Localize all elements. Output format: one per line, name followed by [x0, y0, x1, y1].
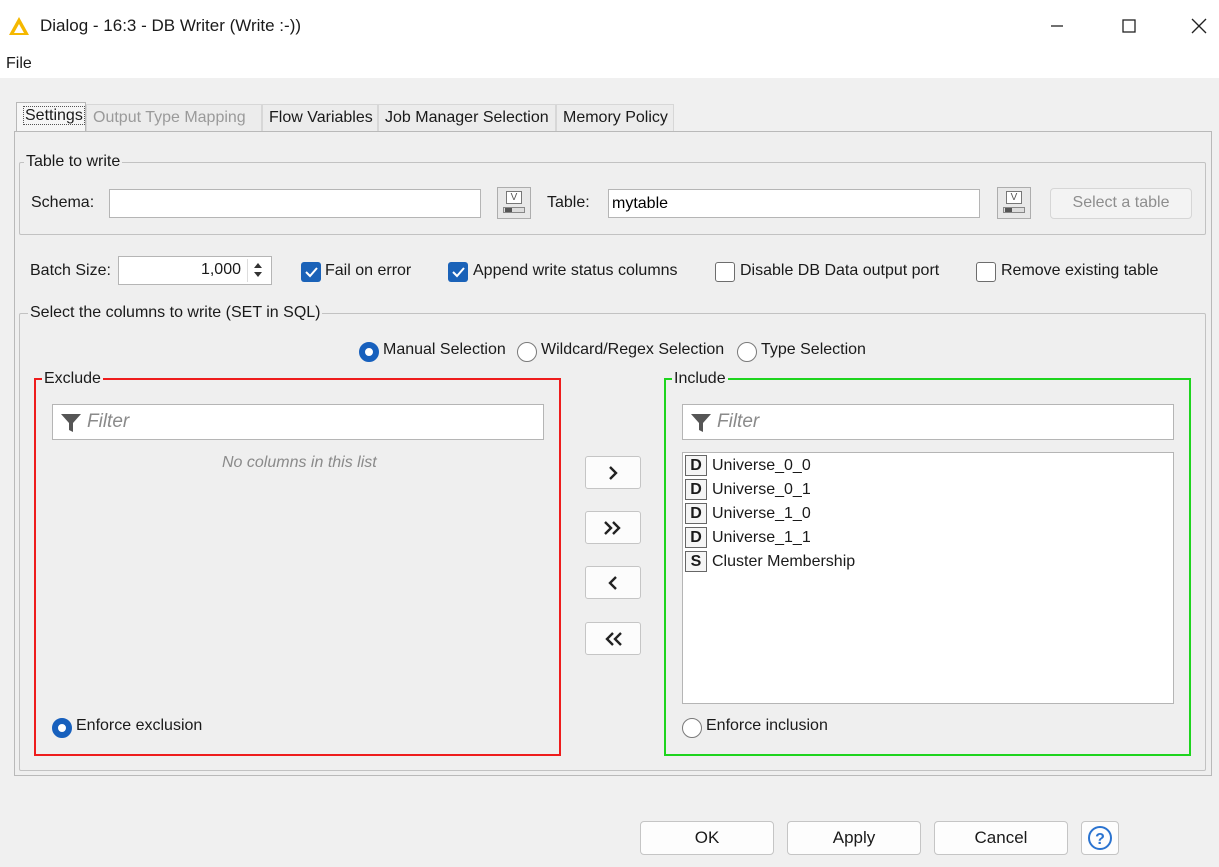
cancel-button[interactable]: Cancel — [934, 821, 1068, 855]
menu-file[interactable]: File — [6, 55, 32, 73]
table-to-write-legend: Table to write — [26, 153, 121, 170]
chevron-left-icon — [608, 576, 617, 590]
remove-table-label: Remove existing table — [1001, 262, 1159, 279]
help-icon: ? — [1088, 826, 1112, 850]
list-item[interactable]: D Universe_0_0 — [685, 454, 811, 477]
spinner-arrows[interactable] — [247, 259, 269, 282]
warning-triangle-icon — [9, 17, 29, 35]
wildcard-selection-label: Wildcard/Regex Selection — [541, 341, 725, 358]
ok-button[interactable]: OK — [640, 821, 774, 855]
column-name: Universe_1_1 — [712, 528, 811, 546]
spinner-up-down-icon — [254, 263, 262, 277]
double-chevron-right-icon — [604, 521, 621, 535]
tab-flow-variables[interactable]: Flow Variables — [262, 104, 378, 132]
title-bar: Dialog - 16:3 - DB Writer (Write :-)) — [0, 0, 1219, 52]
flow-variable-icon: V — [506, 191, 522, 204]
minimize-button[interactable] — [1034, 10, 1080, 42]
type-selection-radio[interactable] — [737, 342, 757, 362]
tab-settings-label: Settings — [23, 106, 85, 125]
table-flow-variable-button[interactable]: V — [997, 187, 1031, 219]
list-item[interactable]: D Universe_1_1 — [685, 526, 811, 549]
close-button[interactable] — [1176, 10, 1219, 42]
include-column-list[interactable]: D Universe_0_0 D Universe_0_1 D Universe… — [682, 452, 1174, 704]
batch-size-label: Batch Size: — [30, 262, 111, 279]
svg-text:?: ? — [1095, 831, 1105, 848]
remove-all-button[interactable] — [585, 622, 641, 655]
type-selection-label: Type Selection — [761, 341, 866, 358]
wildcard-selection-radio[interactable] — [517, 342, 537, 362]
enforce-exclusion-label: Enforce exclusion — [76, 717, 203, 734]
tab-memory-policy[interactable]: Memory Policy — [556, 104, 674, 132]
include-filter-placeholder: Filter — [717, 411, 760, 432]
tab-settings[interactable]: Settings — [16, 102, 86, 132]
schema-input[interactable] — [109, 189, 481, 218]
double-chevron-left-icon — [605, 632, 622, 646]
select-table-button[interactable]: Select a table — [1050, 188, 1192, 219]
flow-variable-icon: V — [1006, 191, 1022, 204]
list-item[interactable]: S Cluster Membership — [685, 550, 855, 573]
enforce-inclusion-label: Enforce inclusion — [706, 717, 828, 734]
append-status-label: Append write status columns — [473, 262, 678, 279]
enforce-inclusion-radio[interactable] — [682, 718, 702, 738]
exclude-empty-text: No columns in this list — [222, 454, 377, 471]
chevron-right-icon — [609, 466, 618, 480]
include-filter-input[interactable]: Filter — [682, 404, 1174, 440]
disable-output-checkbox[interactable] — [715, 262, 735, 282]
schema-label: Schema: — [31, 194, 95, 211]
double-type-icon: D — [685, 527, 707, 548]
flow-variable-toggle-icon — [1003, 207, 1025, 213]
fail-on-error-label: Fail on error — [325, 262, 412, 279]
add-selected-button[interactable] — [585, 456, 641, 489]
help-button[interactable]: ? — [1081, 821, 1119, 855]
fail-on-error-checkbox[interactable] — [301, 262, 321, 282]
manual-selection-label: Manual Selection — [383, 341, 506, 358]
column-name: Universe_0_0 — [712, 456, 811, 474]
column-name: Universe_1_0 — [712, 504, 811, 522]
remove-selected-button[interactable] — [585, 566, 641, 599]
string-type-icon: S — [685, 551, 707, 572]
enforce-exclusion-radio[interactable] — [52, 718, 72, 738]
flow-variable-toggle-icon — [503, 207, 525, 213]
append-status-checkbox[interactable] — [448, 262, 468, 282]
batch-size-value: 1,000 — [200, 261, 241, 278]
include-legend: Include — [674, 370, 726, 387]
table-input[interactable] — [608, 189, 980, 218]
table-label: Table: — [547, 194, 590, 211]
exclude-legend: Exclude — [44, 370, 101, 387]
maximize-icon — [1122, 19, 1136, 33]
manual-selection-radio[interactable] — [359, 342, 379, 362]
tab-job-manager-selection[interactable]: Job Manager Selection — [378, 104, 556, 132]
batch-size-spinner[interactable]: 1,000 — [118, 256, 272, 285]
disable-output-label: Disable DB Data output port — [740, 262, 940, 279]
add-all-button[interactable] — [585, 511, 641, 544]
menu-bar: File — [0, 52, 1219, 78]
checkmark-icon — [452, 267, 465, 278]
minimize-icon — [1051, 25, 1063, 27]
window-title: Dialog - 16:3 - DB Writer (Write :-)) — [40, 16, 302, 35]
list-item[interactable]: D Universe_0_1 — [685, 478, 811, 501]
column-name: Universe_0_1 — [712, 480, 811, 498]
remove-table-checkbox[interactable] — [976, 262, 996, 282]
maximize-button[interactable] — [1106, 10, 1152, 42]
checkmark-icon — [305, 267, 318, 278]
exclude-filter-placeholder: Filter — [87, 411, 130, 432]
apply-button[interactable]: Apply — [787, 821, 921, 855]
double-type-icon: D — [685, 455, 707, 476]
column-selection-legend: Select the columns to write (SET in SQL) — [30, 304, 321, 321]
filter-icon — [691, 414, 711, 432]
schema-flow-variable-button[interactable]: V — [497, 187, 531, 219]
double-type-icon: D — [685, 503, 707, 524]
tab-output-type-mapping: Output Type Mapping — [86, 104, 262, 132]
column-name: Cluster Membership — [712, 552, 856, 570]
filter-icon — [61, 414, 81, 432]
list-item[interactable]: D Universe_1_0 — [685, 502, 811, 525]
exclude-filter-input[interactable]: Filter — [52, 404, 544, 440]
close-icon — [1191, 18, 1207, 34]
double-type-icon: D — [685, 479, 707, 500]
